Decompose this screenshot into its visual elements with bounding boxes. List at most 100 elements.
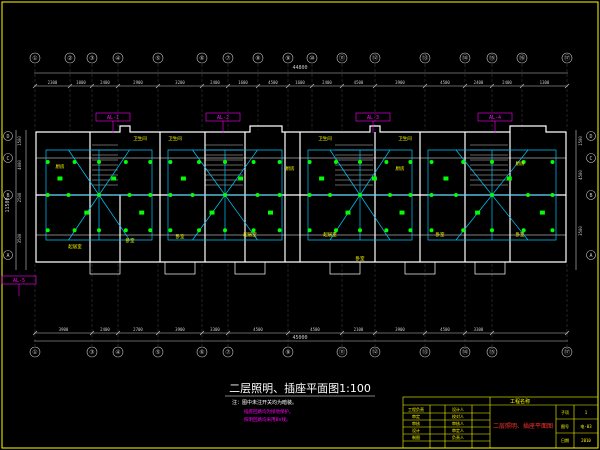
axis-bubble-label: ⑭	[462, 54, 468, 62]
axis-bubble-label: A	[589, 253, 592, 259]
room-label: 卧室	[176, 233, 185, 240]
socket-outlet	[319, 176, 325, 181]
title-block-row-label: 工程负责	[408, 406, 424, 412]
room-label: 卫生间	[398, 135, 412, 142]
dimension-text: 2900	[133, 80, 143, 85]
axis-bubble-label: ⑭	[462, 348, 468, 356]
overall-dimension-side: 11500	[5, 197, 11, 212]
light-fixture	[521, 228, 526, 233]
top-axis-bubbles: ① ② ③ ④ ⑤ ⑥ ⑦ ⑧ ⑨ ⑩ ⑪ ⑫ ⑬ ⑭ ⑮ ⑯ ⑰	[29, 52, 573, 64]
light-fixture	[223, 193, 227, 197]
axis-bubble-label: ⑤	[155, 349, 160, 356]
light-fixture	[97, 160, 101, 164]
light-fixture	[429, 193, 434, 197]
socket-outlet	[57, 176, 63, 181]
room-label: 起居室	[323, 231, 337, 238]
dimension-text: 1600	[295, 80, 305, 85]
dimension-text: 2400	[322, 80, 332, 85]
light-fixture	[123, 228, 128, 233]
room-label: 卧室	[436, 231, 445, 238]
light-fixture	[384, 228, 389, 233]
axis-bubble-label: ⑧	[255, 55, 260, 62]
dimension-text: 3300	[210, 327, 220, 332]
light-fixture	[429, 160, 434, 164]
light-fixture	[72, 228, 77, 233]
socket-outlet	[180, 176, 186, 181]
dimension-text: 4500	[268, 80, 278, 85]
socket-outlet	[475, 210, 481, 215]
room-label: 卧室	[356, 255, 365, 262]
drawing-title: 二层照明、插座平面图1:100	[229, 381, 371, 395]
title-block-field-label: 图号	[561, 423, 569, 429]
light-fixture	[408, 228, 413, 233]
overall-dimension-top: 44800	[292, 65, 307, 71]
bottom-dimension-chain: 3900 2400 2700 3900 3300 4500 4500 2100 3900 4500…	[32, 327, 570, 342]
light-fixture	[223, 160, 227, 164]
dimension-text: 1600	[238, 80, 248, 85]
panel-tag-label: AL-3	[367, 115, 379, 121]
axis-bubble-label: D	[589, 134, 592, 140]
axis-bubble-label: ⑪	[339, 348, 345, 356]
title-block-row-label: 审核	[412, 420, 420, 426]
panel-tag-label: AL-1	[107, 115, 119, 121]
note-line-3: 照明回路均采用BV线。	[244, 416, 291, 423]
light-fixture	[148, 228, 153, 233]
axis-bubble-label: ⑫	[372, 348, 378, 356]
light-fixture	[307, 160, 312, 164]
dimension-text: 2700	[133, 327, 143, 332]
dimension-text: 2500	[17, 192, 22, 202]
title-block-field-value: 1	[585, 410, 588, 415]
title-block-signer: 校对人	[452, 413, 464, 419]
axis-bubble-label: ⑬	[422, 348, 428, 356]
light-fixture	[251, 228, 256, 233]
socket-outlet	[209, 210, 215, 215]
socket-outlet	[539, 210, 545, 215]
panel-tag-label: AL-4	[489, 115, 501, 121]
dimension-text: 4000	[17, 160, 22, 170]
light-fixture	[358, 228, 362, 233]
light-fixture	[148, 160, 153, 164]
title-block-signer: 负责人	[452, 434, 464, 440]
light-fixture	[197, 228, 201, 233]
light-fixture	[429, 228, 434, 233]
dimension-text: 4500	[253, 327, 263, 332]
dimension-text: 3900	[395, 327, 405, 332]
axis-bubble-label: ⑤	[155, 55, 160, 62]
light-fixture	[384, 160, 389, 164]
light-fixture	[127, 193, 132, 197]
light-fixture	[490, 193, 494, 197]
light-fixture	[197, 160, 201, 164]
socket-outlet	[443, 176, 449, 181]
axis-bubble-label: ⑮	[489, 54, 495, 62]
light-fixture	[461, 160, 466, 164]
dimension-text: 2100	[354, 327, 364, 332]
light-fixture	[550, 228, 555, 233]
light-fixture	[223, 228, 227, 233]
axis-bubble-label: ⑥	[199, 55, 204, 62]
title-block-company: 工程名称	[510, 398, 530, 405]
top-dimension-chain: 2300 1000 2400 2900 3200 2400 1600 4500 1600 2400…	[32, 65, 570, 89]
axis-bubble-label: A	[6, 253, 9, 259]
dimension-text: 3900	[175, 327, 185, 332]
title-block-signer: 设计人	[452, 406, 464, 412]
light-fixture	[388, 193, 392, 197]
axis-bubble-label: ⑰	[564, 348, 570, 356]
axis-bubble-label: ①	[32, 55, 37, 62]
light-fixture	[408, 193, 413, 197]
axis-bubble-label: ③	[89, 349, 94, 356]
light-fixture	[334, 160, 338, 164]
room-label: 卫生间	[168, 135, 182, 142]
dimension-text: 1000	[76, 80, 86, 85]
title-block-rows: 工程负责 设计人审定 校对人审核 审核人设计 审定人制图 负责人	[408, 406, 464, 440]
socket-outlet	[111, 176, 117, 181]
dimension-text: 2400	[100, 80, 110, 85]
title-block-fields: 子项 1 图号 电-03 日期 2010	[561, 409, 592, 443]
axis-bubble-label: ⑨	[285, 55, 290, 62]
light-fixture	[168, 160, 173, 164]
light-fixture	[490, 160, 494, 164]
title-block-signer: 审核人	[452, 420, 464, 426]
axis-bubble-label: C	[6, 156, 9, 162]
dimension-text: 1300	[540, 80, 550, 85]
light-fixture	[251, 160, 256, 164]
title-block-row-label: 制图	[412, 434, 420, 440]
